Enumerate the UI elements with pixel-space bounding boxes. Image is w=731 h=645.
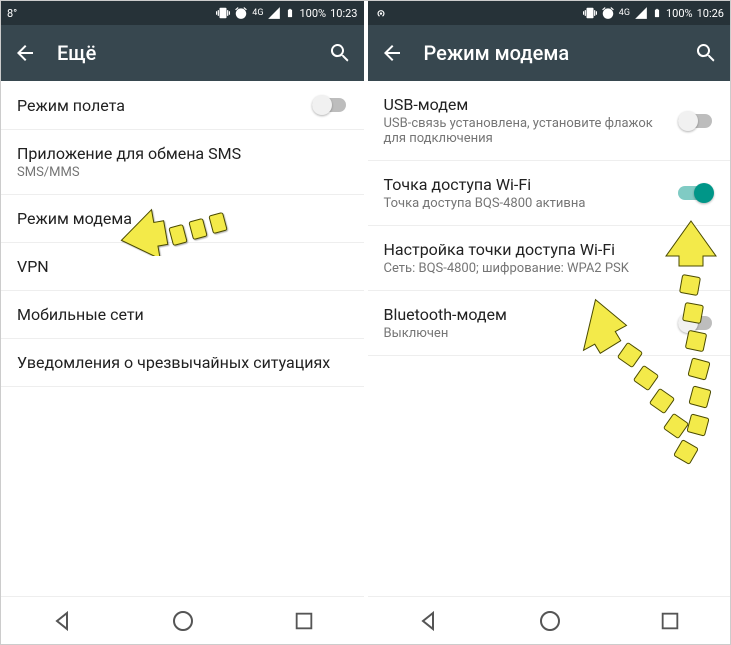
item-title: VPN [17,257,348,276]
item-sub: USB-связь установлена, установите флажок… [384,116,669,146]
item-title: Уведомления о чрезвычайных ситуациях [17,353,348,372]
item-sub: Выключен [384,326,669,341]
navbar [1,596,364,644]
nav-back-icon[interactable] [416,609,440,633]
navbar [368,596,731,644]
toggle-wifi-hotspot[interactable] [678,183,714,203]
vibrate-icon [583,6,597,20]
item-airplane-mode[interactable]: Режим полета [1,81,364,130]
search-icon[interactable] [694,41,718,65]
item-sub: Сеть: BQS-4800; шифрование: WPA2 PSK [384,261,715,276]
vibrate-icon [216,6,230,20]
item-emergency-alerts[interactable]: Уведомления о чрезвычайных ситуациях [1,339,364,387]
item-usb-tethering[interactable]: USB-модем USB-связь установлена, установ… [368,81,731,161]
hotspot-icon [374,6,388,20]
time-label: 10:23 [330,7,357,20]
settings-list: Режим полета Приложение для обмена SMS S… [1,81,364,596]
back-icon[interactable] [380,41,404,65]
item-sms-app[interactable]: Приложение для обмена SMS SMS/MMS [1,130,364,195]
page-title: Режим модема [424,41,675,65]
toggle-usb[interactable] [678,111,714,131]
nav-back-icon[interactable] [50,609,74,633]
battery-icon [285,6,295,20]
alarm-icon [601,6,615,20]
status-bar: 8° 4G 100% 10:23 [1,1,364,25]
battery-label: 100% [299,7,326,20]
signal-icon [634,6,648,20]
network-label: 4G [619,8,630,18]
item-wifi-hotspot[interactable]: Точка доступа Wi-Fi Точка доступа BQS-48… [368,161,731,226]
item-mobile-networks[interactable]: Мобильные сети [1,291,364,339]
item-title: Режим полета [17,96,302,115]
nav-home-icon[interactable] [538,609,562,633]
toolbar: Режим модема [368,25,731,81]
battery-icon [652,6,662,20]
battery-label: 100% [666,7,693,20]
settings-list: USB-модем USB-связь установлена, установ… [368,81,731,596]
back-icon[interactable] [13,41,37,65]
search-icon[interactable] [328,41,352,65]
item-bluetooth-tethering[interactable]: Bluetooth-модем Выключен [368,291,731,356]
network-label: 4G [252,8,263,18]
item-title: Bluetooth-модем [384,305,669,324]
item-vpn[interactable]: VPN [1,243,364,291]
status-bar: 4G 100% 10:26 [368,1,731,25]
item-title: Приложение для обмена SMS [17,144,348,163]
page-title: Ещё [57,41,308,65]
alarm-icon [234,6,248,20]
item-sub: Точка доступа BQS-4800 активна [384,196,669,211]
signal-icon [267,6,281,20]
nav-recent-icon[interactable] [293,610,315,632]
item-tethering[interactable]: Режим модема [1,195,364,243]
time-label: 10:26 [697,7,724,20]
item-title: Настройка точки доступа Wi-Fi [384,240,715,259]
phone-left: 8° 4G 100% 10:23 Ещё Режим полета Прилож… [1,1,364,644]
toggle-bluetooth[interactable] [678,313,714,333]
item-hotspot-setup[interactable]: Настройка точки доступа Wi-Fi Сеть: BQS-… [368,226,731,291]
item-title: Мобильные сети [17,305,348,324]
temp-label: 8° [7,7,17,20]
item-title: Режим модема [17,209,348,228]
toggle-airplane[interactable] [312,95,348,115]
phone-right: 4G 100% 10:26 Режим модема USB-модем USB… [368,1,731,644]
nav-home-icon[interactable] [171,609,195,633]
toolbar: Ещё [1,25,364,81]
item-title: USB-модем [384,95,669,114]
item-title: Точка доступа Wi-Fi [384,175,669,194]
item-sub: SMS/MMS [17,165,348,180]
nav-recent-icon[interactable] [659,610,681,632]
